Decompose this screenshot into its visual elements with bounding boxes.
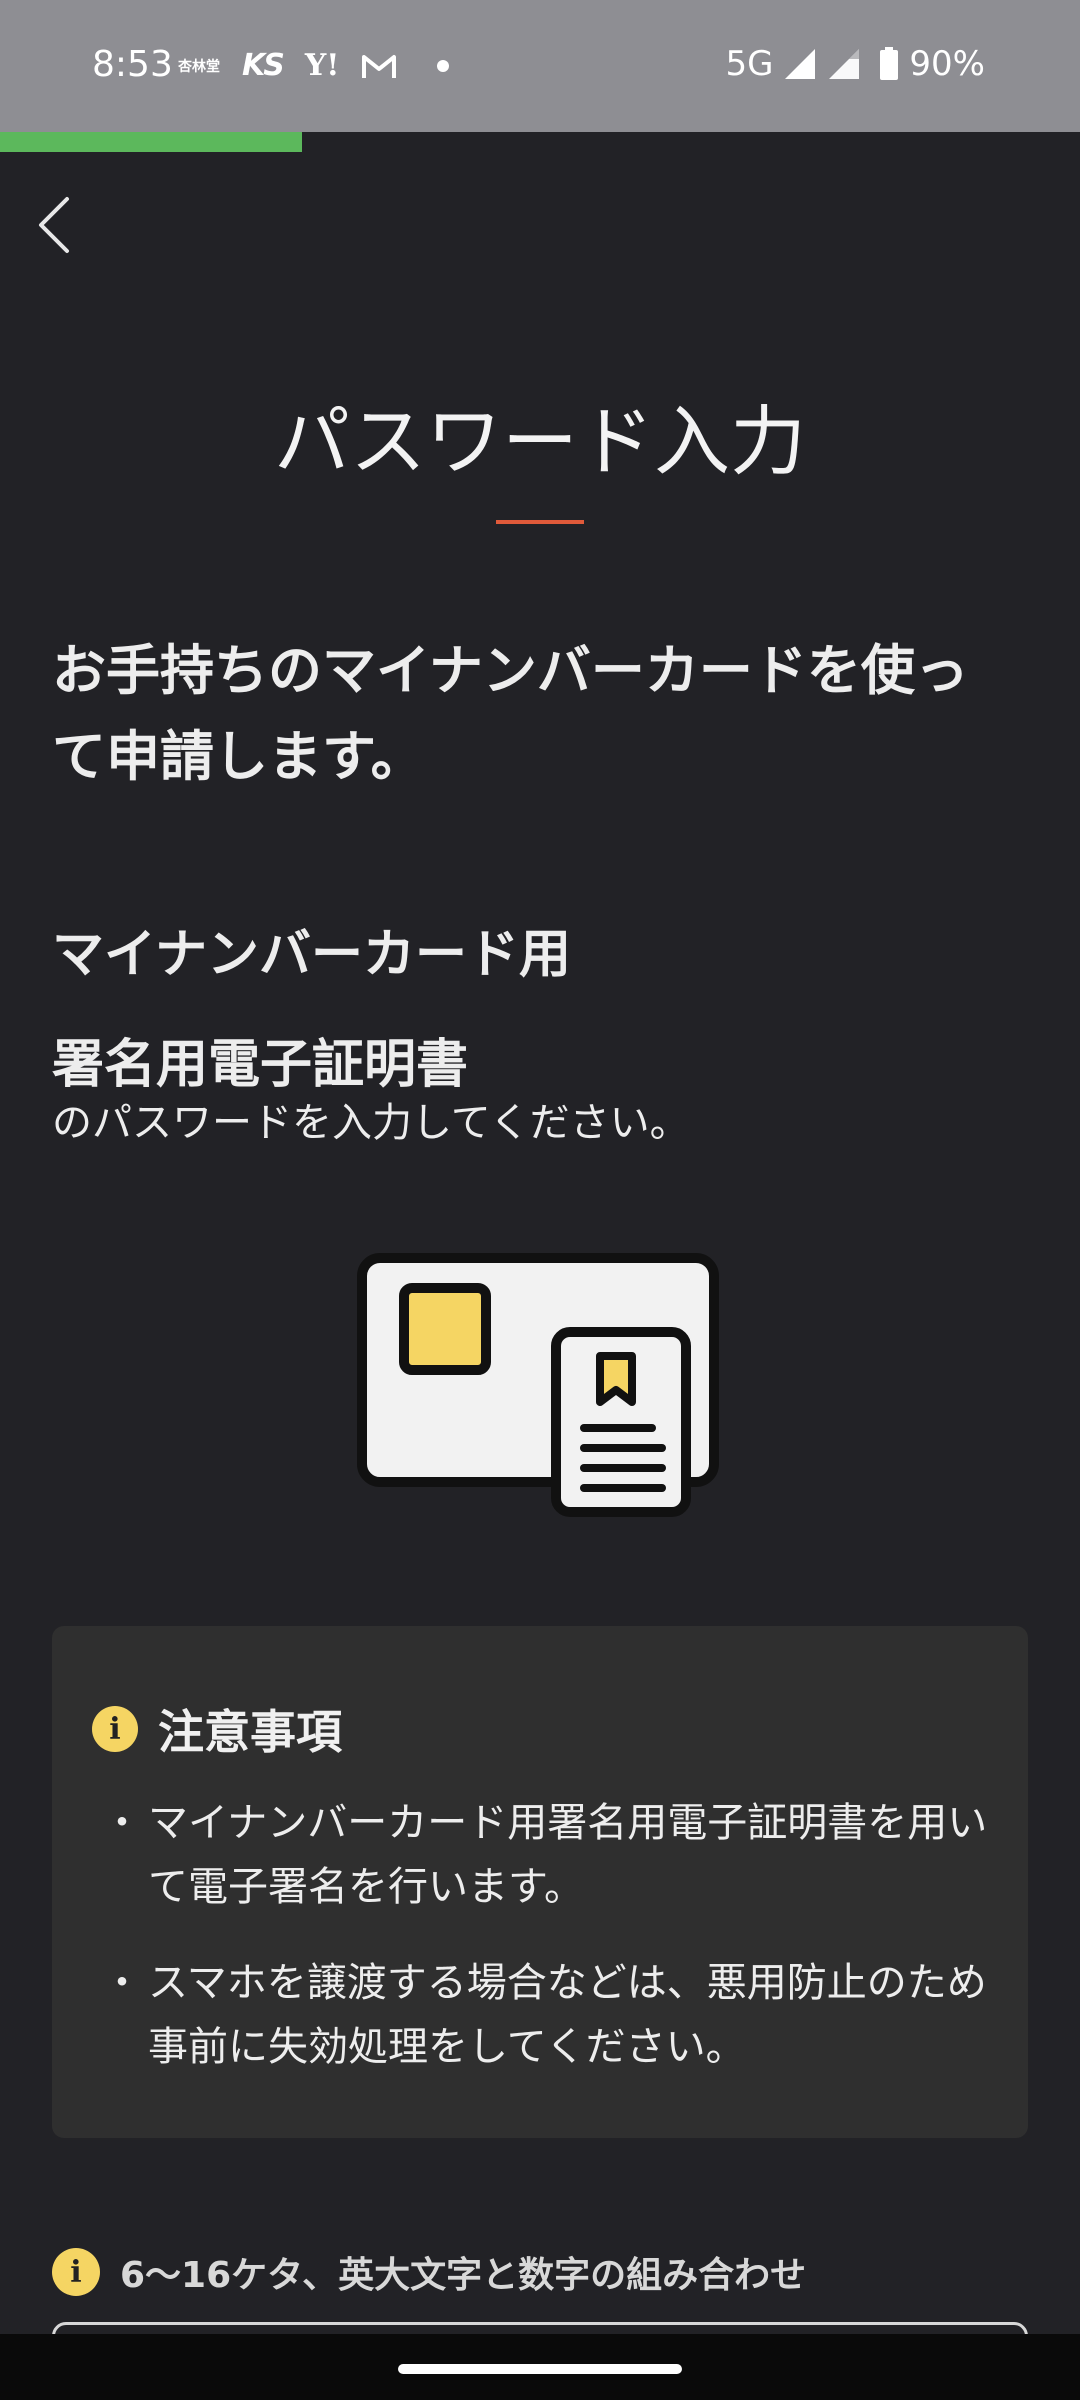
navigation-bar [0,2334,1080,2400]
notice-item: スマホを譲渡する場合などは、悪用防止のため事前に失効処理をしてください。 [102,1951,996,2079]
battery-icon [880,47,899,80]
certificate-heading: マイナンバーカード用 署名用電子証明書 [52,900,1012,1120]
battery-percent: 90% [909,44,985,84]
instruction-text: のパスワードを入力してください。 [52,1100,690,1146]
status-time: 8:53 [92,44,173,85]
info-icon: i [52,2248,100,2296]
notice-box: i 注意事項 マイナンバーカード用署名用電子証明書を用いて電子署名を行います。 … [52,1626,1028,2138]
info-icon: i [92,1706,138,1752]
chevron-left-icon [39,197,69,253]
status-bar: 8:53 杏林堂 KS Y! 5G 90% [0,0,1080,132]
ks-app-icon: KS [242,48,285,83]
page-title: パスワード入力 [274,397,806,486]
notice-item: マイナンバーカード用署名用電子証明書を用いて電子署名を行います。 [102,1791,996,1919]
more-notifications-dot-icon [437,59,450,72]
back-button[interactable] [20,190,90,260]
title-underline [496,520,584,524]
password-rule: i 6〜16ケタ、英大文字と数字の組み合わせ [52,2246,806,2298]
screen: 8:53 杏林堂 KS Y! 5G 90% パスワード入力 お手持ちのマイナンバ… [0,0,1080,2400]
status-right: 5G 90% [725,44,985,84]
signal-strength-2-icon [829,49,860,79]
notice-title: 注意事項 [158,1705,342,1759]
yahoo-app-icon: Y! [304,48,340,83]
notice-header: i 注意事項 [92,1696,342,1762]
signal-strength-icon [785,49,816,79]
notification-icons: 杏林堂 KS Y! [178,48,450,83]
progress-bar [0,132,1080,152]
certificate-heading-line1: マイナンバーカード用 [52,925,571,985]
home-gesture-handle[interactable] [398,2364,682,2374]
progress-bar-fill [0,132,303,152]
gmail-icon [362,54,397,78]
kyorindo-app-icon: 杏林堂 [178,58,220,75]
lead-text: お手持ちのマイナンバーカードを使って申請します。 [52,639,969,788]
network-type: 5G [725,44,774,84]
my-number-card-icon [357,1253,719,1517]
password-rule-text: 6〜16ケタ、英大文字と数字の組み合わせ [120,2255,807,2296]
notice-list: マイナンバーカード用署名用電子証明書を用いて電子署名を行います。 スマホを譲渡す… [102,1791,996,2111]
